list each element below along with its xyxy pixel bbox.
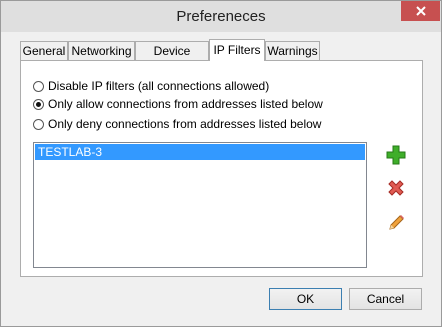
radio-label: Only deny connections from addresses lis… [48,117,322,131]
tab-device-policy[interactable]: Device Policy [135,41,209,77]
radio-button[interactable] [33,118,44,130]
delete-address-button[interactable] [385,177,407,199]
edit-address-button[interactable] [385,212,407,234]
preferences-window: Prefereneces General Networking Device P… [0,0,442,327]
plus-icon [386,145,406,165]
close-button[interactable] [401,1,440,21]
radio-label: Only allow connections from addresses li… [48,97,323,111]
add-address-button[interactable] [385,144,407,166]
tab-warnings[interactable]: Warnings [265,41,320,60]
radio-label: Disable IP filters (all connections allo… [48,79,270,93]
close-icon [415,6,426,16]
title-bar[interactable]: Prefereneces [1,1,441,32]
window-title: Prefereneces [176,8,266,25]
radio-only-deny[interactable]: Only deny connections from addresses lis… [33,116,321,132]
pencil-icon [389,215,404,230]
radio-only-allow[interactable]: Only allow connections from addresses li… [33,96,323,112]
cancel-button[interactable]: Cancel [349,288,422,310]
cross-icon [388,180,404,196]
tab-networking[interactable]: Networking [68,41,135,60]
tab-ip-filters[interactable]: IP Filters [209,39,265,61]
radio-button[interactable] [33,98,44,110]
ok-button[interactable]: OK [269,288,342,310]
address-list[interactable]: TESTLAB-3 [33,142,367,268]
list-item[interactable]: TESTLAB-3 [35,144,365,160]
radio-disable-filters[interactable]: Disable IP filters (all connections allo… [33,78,269,94]
ip-filters-panel: Disable IP filters (all connections allo… [20,60,423,277]
tab-general[interactable]: General [20,41,68,60]
radio-button[interactable] [33,80,44,92]
